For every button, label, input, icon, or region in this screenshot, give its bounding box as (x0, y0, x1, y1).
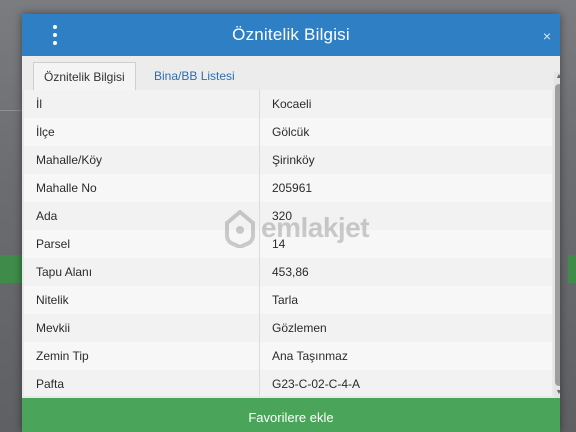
table-scrollbar[interactable]: ▲ ▼ (554, 72, 560, 398)
background-green-strip (0, 255, 22, 283)
row-value: 14 (272, 237, 286, 251)
table-row: İl Kocaeli (24, 90, 552, 119)
row-label: İl (24, 90, 260, 118)
row-value: Kocaeli (272, 97, 312, 111)
table-row: Parsel 14 (24, 230, 552, 259)
attribute-info-dialog: Öznitelik Bilgisi × Öznitelik Bilgisi Bi… (22, 14, 560, 432)
row-value: 453,86 (272, 265, 309, 279)
row-label: Tapu Alanı (24, 258, 260, 286)
dialog-header: Öznitelik Bilgisi × (22, 14, 560, 56)
row-label: Ada (24, 202, 260, 230)
background-green-strip-right (568, 255, 576, 283)
row-value: 320 (272, 209, 293, 223)
tab-attribute-info[interactable]: Öznitelik Bilgisi (33, 62, 136, 91)
row-label: İlçe (24, 118, 260, 146)
row-value: G23-C-02-C-4-A (272, 377, 361, 391)
row-value: Tarla (272, 293, 299, 307)
table-row: Mahalle/Köy Şirinköy (24, 146, 552, 175)
table-row: Tapu Alanı 453,86 (24, 258, 552, 287)
row-label: Parsel (24, 230, 260, 258)
row-value: Gölcük (272, 125, 310, 139)
table-row: Mevkii Gözlemen (24, 314, 552, 343)
row-value: Şirinköy (272, 153, 315, 167)
row-label: Pafta (24, 370, 260, 396)
row-value: Gözlemen (272, 321, 327, 335)
attribute-table: İl Kocaeli İlçe Gölcük Mahalle/Köy Şirin… (24, 90, 552, 396)
row-label: Mahalle No (24, 174, 260, 202)
table-row: Nitelik Tarla (24, 286, 552, 315)
table-row: Ada 320 (24, 202, 552, 231)
row-value: Ana Taşınmaz (272, 349, 348, 363)
table-row: Zemin Tip Ana Taşınmaz (24, 342, 552, 371)
background-divider (0, 110, 22, 111)
table-row: İlçe Gölcük (24, 118, 552, 147)
arrow-down-icon[interactable]: ▼ (554, 388, 560, 398)
table-row: Mahalle No 205961 (24, 174, 552, 203)
row-label: Zemin Tip (24, 342, 260, 370)
row-label: Mevkii (24, 314, 260, 342)
add-to-favorites-button[interactable]: Favorilere ekle (22, 398, 560, 432)
close-icon[interactable]: × (540, 28, 554, 44)
row-label: Mahalle/Köy (24, 146, 260, 174)
scrollbar-thumb[interactable] (555, 84, 560, 386)
row-value: 205961 (272, 181, 313, 195)
table-row: Pafta G23-C-02-C-4-A (24, 370, 552, 396)
tab-building-list[interactable]: Bina/BB Listesi (144, 62, 245, 90)
tab-bar: Öznitelik Bilgisi Bina/BB Listesi (22, 56, 560, 91)
dialog-title: Öznitelik Bilgisi (232, 25, 350, 44)
arrow-up-icon[interactable]: ▲ (554, 72, 560, 82)
row-label: Nitelik (24, 286, 260, 314)
